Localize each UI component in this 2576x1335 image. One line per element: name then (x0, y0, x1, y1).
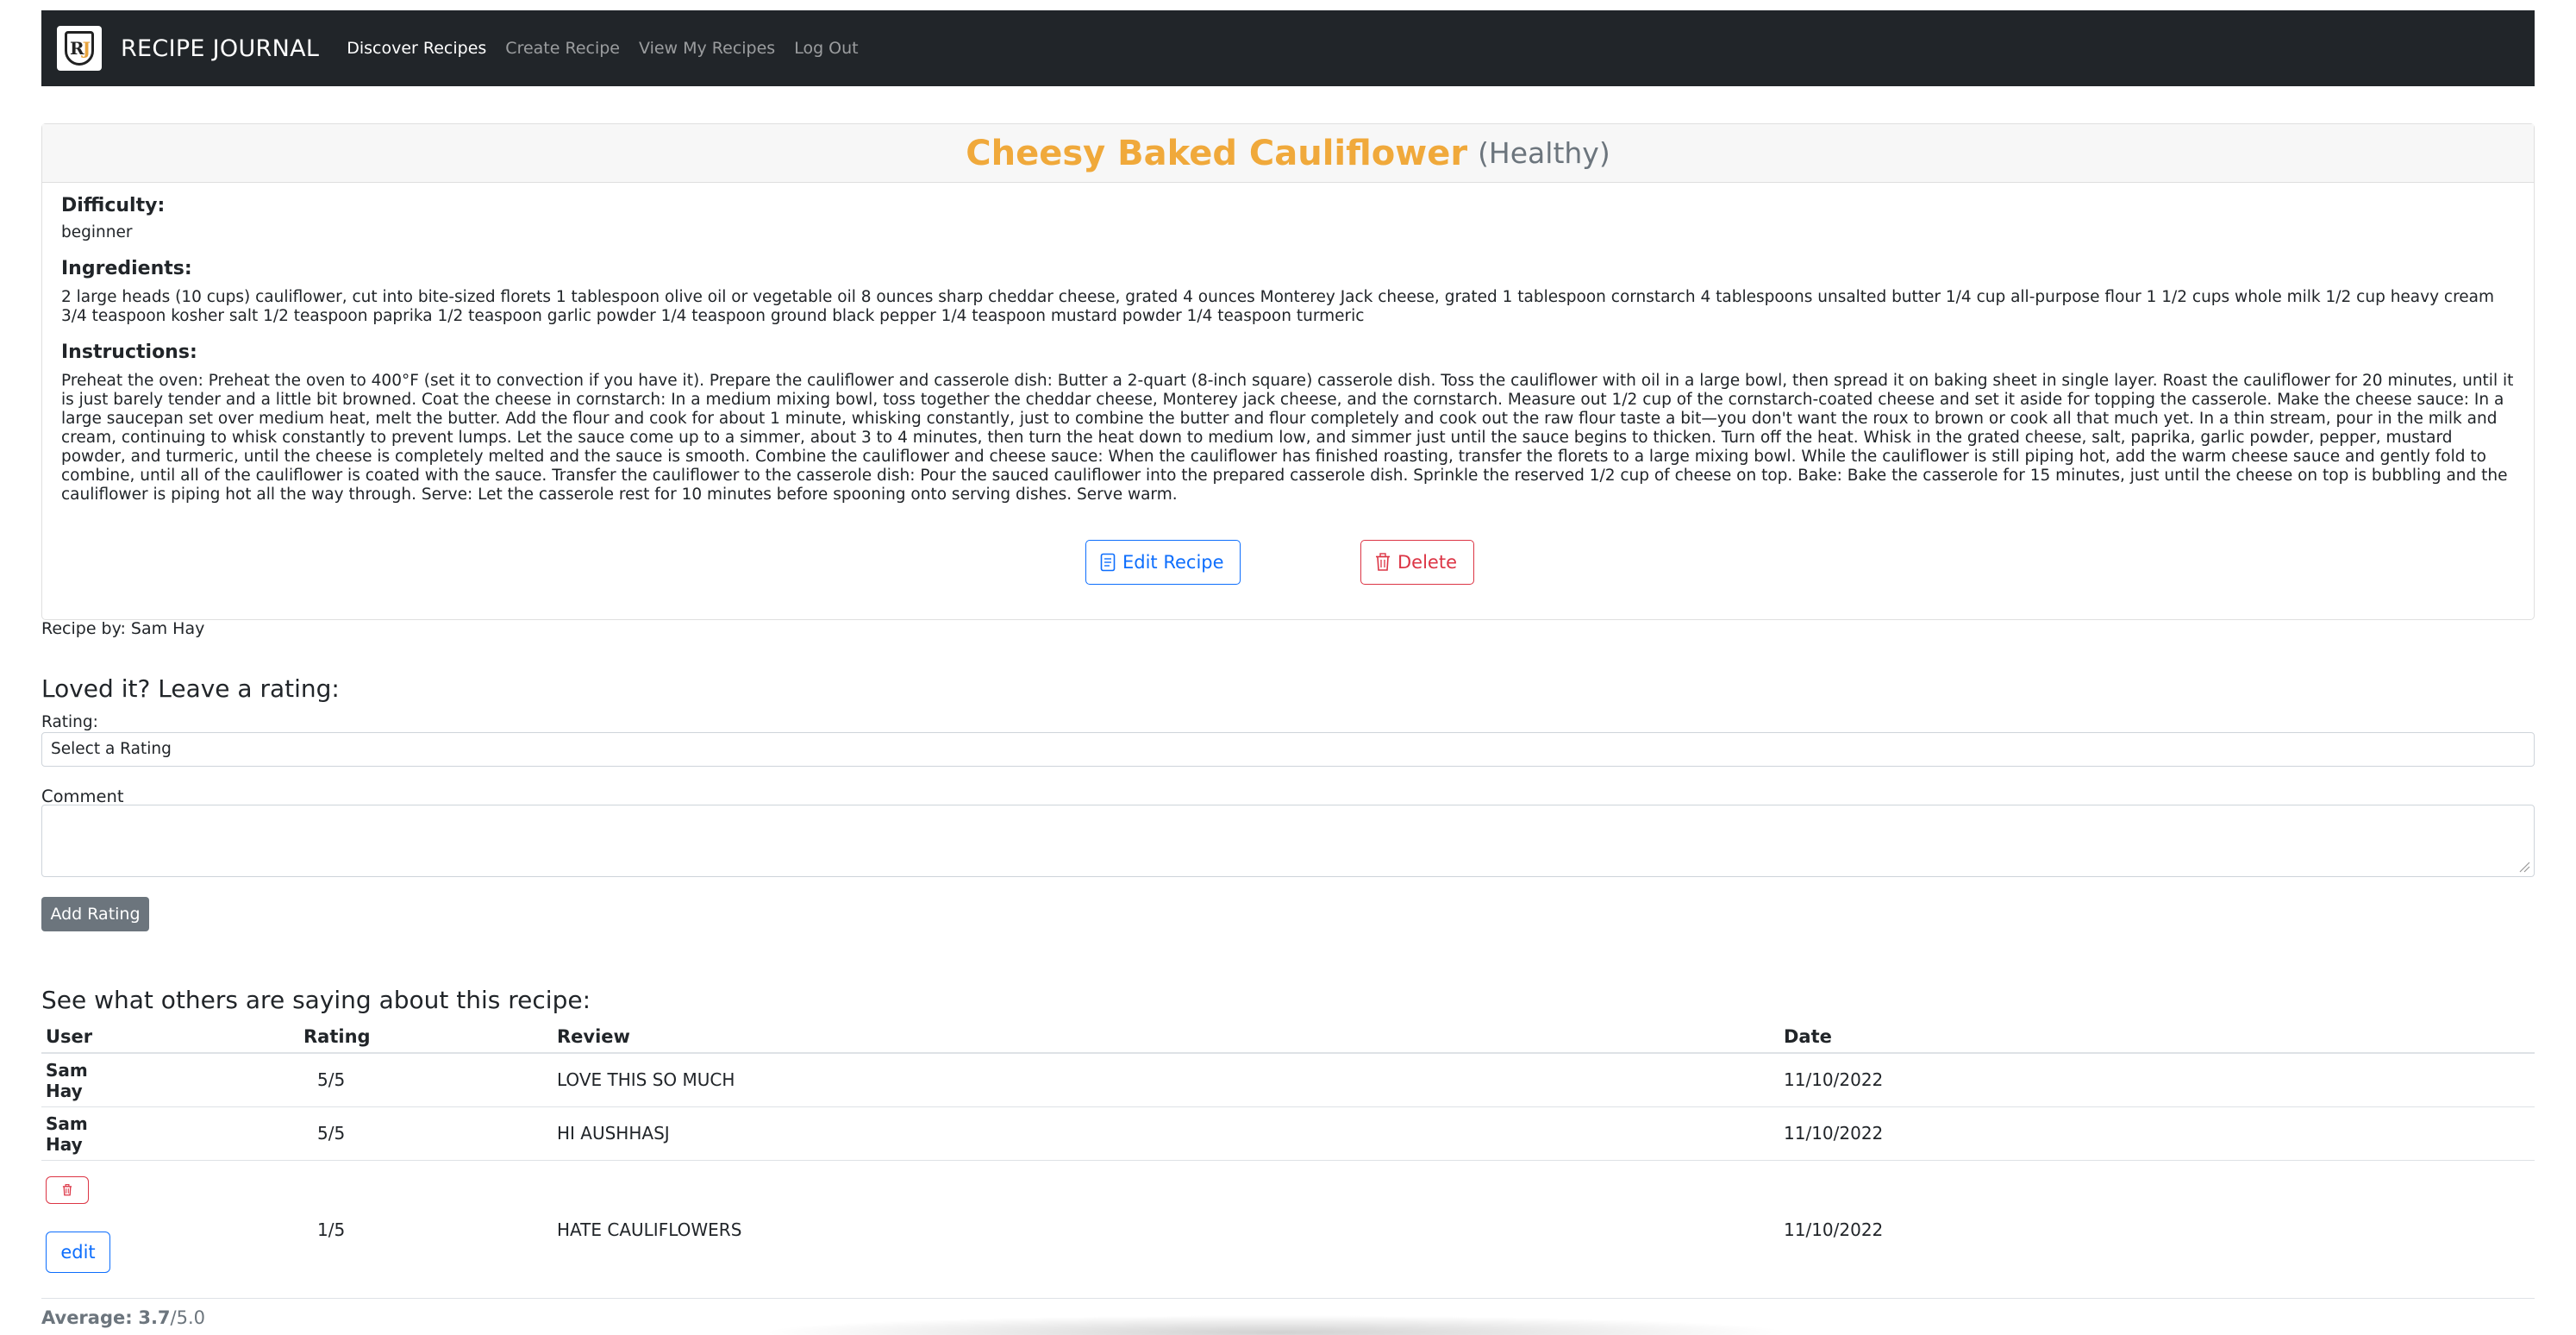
delete-recipe-label: Delete (1397, 552, 1457, 573)
comment-label: Comment (41, 787, 124, 806)
nav-log-out[interactable]: Log Out (794, 39, 858, 58)
review-date: 11/10/2022 (1784, 1219, 1884, 1240)
review-user-last: Hay (46, 1081, 83, 1101)
instructions-text: Preheat the oven: Preheat the oven to 40… (61, 372, 2514, 504)
recipe-title: Cheesy Baked Cauliflower (966, 133, 1468, 173)
review-rating: 5/5 (317, 1069, 346, 1090)
rating-select[interactable]: Select a Rating (41, 732, 2535, 767)
rating-label: Rating: (41, 713, 98, 731)
recipe-card-header: Cheesy Baked Cauliflower (Healthy) (42, 124, 2534, 183)
edit-review-button[interactable]: edit (46, 1232, 110, 1273)
column-rating: Rating (303, 1026, 371, 1047)
reviews-heading: See what others are saying about this re… (41, 986, 591, 1014)
difficulty-value: beginner (61, 223, 133, 241)
recipe-card-body: Difficulty: beginner Ingredients: 2 larg… (42, 183, 2534, 517)
review-rating: 1/5 (317, 1219, 346, 1240)
recipe-category: (Healthy) (1478, 136, 1610, 170)
trash-icon (62, 1184, 72, 1196)
logo-letter-j: J (82, 38, 91, 59)
average-rating: Average: 3.7/5.0 (41, 1307, 205, 1328)
logo-letter-r: R (69, 38, 84, 59)
difficulty-label: Difficulty: (61, 195, 166, 216)
recipe-card: Cheesy Baked Cauliflower (Healthy) Diffi… (41, 123, 2535, 620)
review-date: 11/10/2022 (1784, 1123, 1884, 1144)
trash-icon (1376, 553, 1390, 571)
ingredients-text: 2 large heads (10 cups) cauliflower, cut… (61, 288, 2495, 325)
review-rating: 5/5 (317, 1123, 346, 1144)
nav-create-recipe[interactable]: Create Recipe (505, 39, 620, 58)
column-user: User (46, 1026, 93, 1047)
column-review: Review (557, 1026, 630, 1047)
brand-title[interactable]: RECIPE JOURNAL (121, 35, 319, 62)
edit-recipe-button[interactable]: Edit Recipe (1085, 540, 1241, 585)
review-date: 11/10/2022 (1784, 1069, 1884, 1090)
review-text: HI AUSHHASJ (557, 1123, 670, 1144)
average-max: /5.0 (170, 1307, 206, 1328)
review-user: Sam Hay (46, 1113, 88, 1155)
table-header: User Rating Review Date (41, 1025, 2535, 1054)
recipe-actions: Edit Recipe Delete (42, 540, 2534, 585)
logo-shield-icon: RJ (65, 31, 94, 66)
review-user-first: Sam (46, 1113, 88, 1134)
table-row: Sam Hay 5/5 LOVE THIS SO MUCH 11/10/2022 (41, 1054, 2535, 1107)
add-rating-button[interactable]: Add Rating (41, 897, 149, 931)
review-user: Sam Hay (46, 1060, 88, 1101)
review-user-first: Sam (46, 1060, 88, 1081)
instructions-label: Instructions: (61, 342, 197, 363)
resize-handle-icon[interactable] (2518, 861, 2530, 873)
recipe-author: Recipe by: Sam Hay (41, 619, 205, 638)
delete-review-button[interactable] (46, 1176, 89, 1204)
delete-recipe-button[interactable]: Delete (1360, 540, 1474, 585)
nav-discover-recipes[interactable]: Discover Recipes (347, 39, 486, 58)
review-text: LOVE THIS SO MUCH (557, 1069, 735, 1090)
nav-view-my-recipes[interactable]: View My Recipes (639, 39, 775, 58)
logo[interactable]: RJ (57, 26, 102, 71)
reviews-table: User Rating Review Date Sam Hay 5/5 LOVE … (41, 1025, 2535, 1299)
comment-textarea[interactable] (41, 805, 2535, 877)
bottom-shadow (759, 1315, 1793, 1335)
table-row: Sam Hay 5/5 HI AUSHHASJ 11/10/2022 (41, 1107, 2535, 1161)
rating-form-heading: Loved it? Leave a rating: (41, 674, 340, 703)
column-date: Date (1784, 1026, 1832, 1047)
ingredients-label: Ingredients: (61, 258, 192, 279)
edit-recipe-label: Edit Recipe (1122, 552, 1224, 573)
document-icon (1100, 553, 1116, 572)
table-row: edit 1/5 HATE CAULIFLOWERS 11/10/2022 (41, 1161, 2535, 1299)
review-text: HATE CAULIFLOWERS (557, 1219, 742, 1240)
average-value: 3.7 (138, 1307, 171, 1328)
review-user-last: Hay (46, 1134, 83, 1155)
average-label: Average: (41, 1307, 133, 1328)
navbar: RJ RECIPE JOURNAL Discover Recipes Creat… (41, 10, 2535, 86)
